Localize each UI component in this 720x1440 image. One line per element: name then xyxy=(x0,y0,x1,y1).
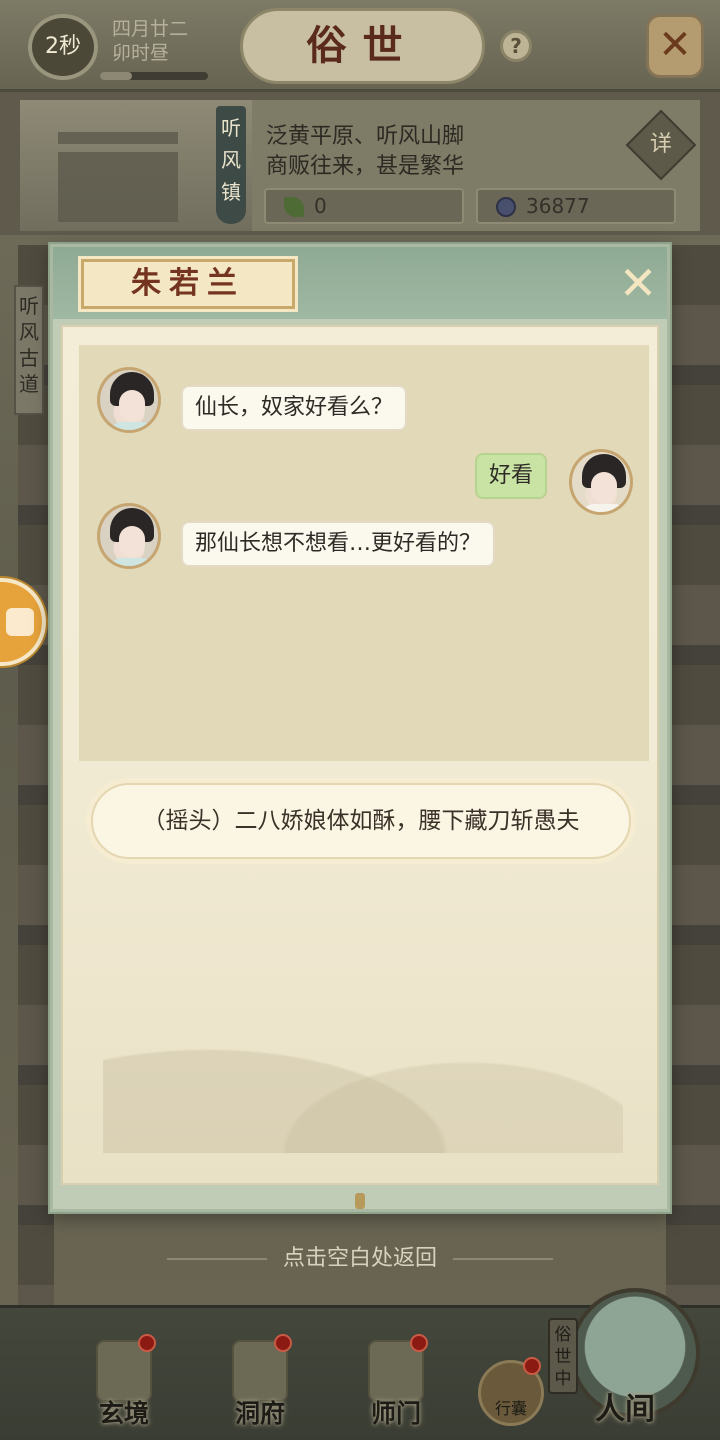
top-close-button[interactable]: ✕ xyxy=(646,14,704,78)
location-desc-line2: 商贩往来，甚是繁华 xyxy=(266,154,465,179)
mountain-watermark xyxy=(103,973,623,1153)
nav-label: 玄境 xyxy=(98,1399,149,1428)
location-name: 听风镇 xyxy=(216,106,246,224)
npc-message-bubble: 仙长，奴家好看么？ xyxy=(181,385,408,431)
leaf-icon xyxy=(284,197,304,217)
detail-button[interactable]: 详 xyxy=(625,109,697,181)
timer-badge: 2秒 xyxy=(28,14,98,80)
leaf-resource: 0 xyxy=(264,188,464,224)
coin-icon xyxy=(496,197,516,217)
notification-dot xyxy=(523,1357,541,1375)
left-road-sign: 听风古道 xyxy=(14,285,44,415)
nav-dongfu[interactable]: 洞府 xyxy=(210,1334,310,1434)
time-of-day-text: 卯时昼 xyxy=(112,42,170,64)
notification-dot xyxy=(274,1334,292,1352)
dialog-header: 朱若兰 ✕ xyxy=(53,247,667,319)
time-progress-bar xyxy=(100,72,208,80)
bag-button[interactable]: 行囊 xyxy=(478,1357,544,1426)
npc-message-bubble: 那仙长想不想看…更好看的？ xyxy=(181,521,496,567)
notification-dot xyxy=(138,1334,156,1352)
help-button[interactable]: ? xyxy=(500,30,532,62)
player-avatar xyxy=(569,449,633,515)
dialog-option-button[interactable]: （摇头）二八娇娘体如酥，腰下藏刀斩愚夫 xyxy=(91,783,631,859)
chat-area: 仙长，奴家好看么？ 好看 那仙长想不想看…更好看的？ xyxy=(79,345,649,761)
world-label: 人间 xyxy=(595,1392,655,1427)
leaf-resource-value: 0 xyxy=(314,194,327,218)
npc-name-plate: 朱若兰 xyxy=(81,259,295,309)
return-hint[interactable]: 点击空白处返回 xyxy=(0,1240,720,1272)
nav-shimen[interactable]: 师门 xyxy=(346,1334,446,1434)
player-message-bubble: 好看 xyxy=(475,453,548,499)
coin-resource: 36877 xyxy=(476,188,676,224)
dialog-paper: 仙长，奴家好看么？ 好看 那仙长想不想看…更好看的？ （摇头）二八娇娘体如酥，腰… xyxy=(61,325,659,1185)
dialog-close-button[interactable]: ✕ xyxy=(613,259,663,309)
bag-label: 行囊 xyxy=(494,1399,527,1418)
nav-label: 师门 xyxy=(370,1399,421,1428)
location-panel: 听风镇 泛黄平原、听风山脚 商贩往来，甚是繁华 详 0 36877 xyxy=(18,98,702,233)
world-status-tag: 俗世中 xyxy=(548,1318,578,1394)
notification-dot xyxy=(410,1334,428,1352)
nav-label: 洞府 xyxy=(234,1399,285,1428)
date-text: 四月廿二 xyxy=(112,18,189,40)
top-bar: 2秒 四月廿二 卯时昼 俗世 ? ✕ xyxy=(0,0,720,92)
gamepad-icon xyxy=(6,608,34,636)
paper-tab xyxy=(355,1193,365,1209)
background-street-right xyxy=(666,245,720,1305)
coin-resource-value: 36877 xyxy=(526,194,590,218)
detail-label: 详 xyxy=(649,132,672,157)
page-title: 俗世 xyxy=(240,8,485,84)
npc-dialog: 朱若兰 ✕ 仙长，奴家好看么？ 好看 那仙长想不想看…更好看的？ （摇头）二八娇… xyxy=(50,244,670,1212)
npc-avatar xyxy=(97,503,161,569)
location-desc-line1: 泛黄平原、听风山脚 xyxy=(266,124,465,149)
npc-avatar xyxy=(97,367,161,433)
nav-xuanjing[interactable]: 玄境 xyxy=(74,1334,174,1434)
